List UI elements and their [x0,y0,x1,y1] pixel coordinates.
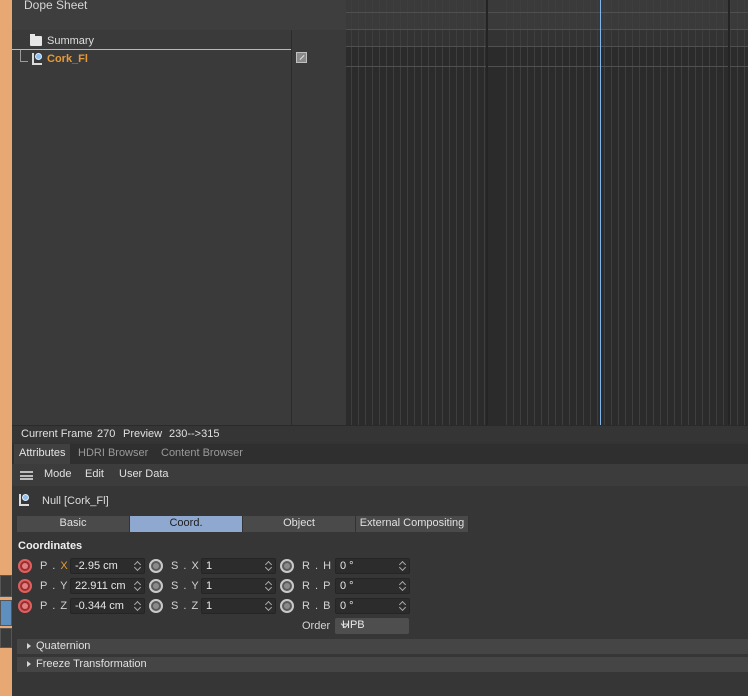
scale-y-value: 1 [206,580,213,592]
expand-triangle-icon [27,661,31,667]
rotation-p-value: 0 ° [340,580,354,592]
stepper-arrows-icon[interactable] [134,559,142,573]
scale-x-label: S . X [171,560,200,572]
order-label: Order [302,620,331,632]
animate-scale-z-icon[interactable] [149,599,163,613]
left-edge-stepper[interactable] [0,575,12,597]
menu-user-data[interactable]: User Data [119,468,169,480]
animate-position-z-icon[interactable] [18,599,32,613]
current-frame-indicator[interactable] [600,0,601,425]
left-edge-button[interactable] [0,600,12,626]
stepper-arrows-icon[interactable] [265,579,273,593]
summary-label: Summary [47,35,95,47]
position-z-label: P . Z [40,600,69,612]
scale-z-value: 1 [206,600,213,612]
tab-coord[interactable]: Coord. [130,516,243,532]
property-tabs: Basic Coord. Object External Compositing [17,516,469,532]
animate-position-y-icon[interactable] [18,579,32,593]
hamburger-menu-icon[interactable] [20,471,33,480]
animate-position-x-icon[interactable] [18,559,32,573]
scale-z-label: S . Z [171,600,200,612]
preview-range-value: 230-->315 [169,428,220,440]
tab-object[interactable]: Object [243,516,356,532]
group-quaternion-label: Quaternion [36,640,91,652]
scale-x-field[interactable]: 1 [201,558,276,574]
group-freeze-transformation[interactable]: Freeze Transformation [17,657,748,672]
rotation-p-field[interactable]: 0 ° [335,578,410,594]
position-y-field[interactable]: 22.911 cm [70,578,145,594]
tab-external-compositing[interactable]: External Compositing [356,516,469,532]
order-dropdown[interactable]: HPB [335,618,409,634]
current-frame-label: Current Frame [21,428,93,440]
group-quaternion[interactable]: Quaternion [17,639,748,654]
rotation-b-field[interactable]: 0 ° [335,598,410,614]
expand-triangle-icon [27,643,31,649]
stepper-arrows-icon[interactable] [399,599,407,613]
stepper-arrows-icon[interactable] [265,559,273,573]
scale-z-field[interactable]: 1 [201,598,276,614]
left-edge-field[interactable] [0,628,12,648]
edit-checkbox[interactable] [296,52,307,63]
animate-scale-y-icon[interactable] [149,579,163,593]
position-y-value: 22.911 cm [75,580,126,592]
position-x-field[interactable]: -2.95 cm [70,558,145,574]
position-y-label: P . Y [40,580,69,592]
dope-sheet-title: Dope Sheet [24,0,88,12]
attribute-manager: Mode Edit User Data Null [Cork_Fl] Basic… [12,464,748,696]
stepper-arrows-icon[interactable] [134,579,142,593]
rotation-b-label: R . B [302,600,332,612]
dope-sheet-tree: Summary Cork_Fl [12,30,346,425]
position-z-field[interactable]: -0.344 cm [70,598,145,614]
position-x-value: -2.95 cm [75,560,118,572]
timeline-preview-end-marker [728,0,730,425]
object-name-label: Cork_Fl [47,53,88,65]
panel-tabs: Attributes HDRI Browser Content Browser [12,444,748,464]
position-x-label: P . X [40,560,69,572]
null-object-icon [18,493,30,507]
scale-x-value: 1 [206,560,213,572]
rotation-b-value: 0 ° [340,600,354,612]
folder-icon [30,34,42,46]
animate-rotation-b-icon[interactable] [280,599,294,613]
stepper-arrows-icon[interactable] [399,559,407,573]
stepper-arrows-icon[interactable] [265,599,273,613]
stepper-arrows-icon[interactable] [399,579,407,593]
dope-sheet-header: Dope Sheet [12,0,346,30]
tab-basic[interactable]: Basic [17,516,130,532]
object-title: Null [Cork_Fl] [42,495,109,507]
rotation-h-label: R . H [302,560,333,572]
dope-sheet-panel: Dope Sheet Summary Cork_Fl [12,0,748,425]
tab-content-browser[interactable]: Content Browser [156,444,248,464]
dope-sheet-layer-column [292,30,346,425]
rotation-h-field[interactable]: 0 ° [335,558,410,574]
menu-edit[interactable]: Edit [85,468,104,480]
tab-attributes[interactable]: Attributes [14,444,71,464]
rotation-h-value: 0 ° [340,560,354,572]
tab-hdri-browser[interactable]: HDRI Browser [73,444,153,464]
scale-y-label: S . Y [171,580,200,592]
current-frame-value: 270 [97,428,116,440]
dope-sheet-timeline[interactable] [346,0,748,425]
timeline-ruler [346,0,748,30]
null-object-icon [31,52,43,66]
dope-sheet-status-bar: Current Frame 270 Preview 230-->315 [12,425,748,442]
section-title-coordinates: Coordinates [18,540,83,552]
group-freeze-transformation-label: Freeze Transformation [36,658,147,670]
attribute-menubar: Mode Edit User Data [12,464,748,486]
timeline-preview-start-marker [486,0,488,425]
animate-scale-x-icon[interactable] [149,559,163,573]
preview-label: Preview [123,428,163,440]
animate-rotation-p-icon[interactable] [280,579,294,593]
menu-mode[interactable]: Mode [44,468,72,480]
animate-rotation-h-icon[interactable] [280,559,294,573]
scale-y-field[interactable]: 1 [201,578,276,594]
position-z-value: -0.344 cm [75,600,124,612]
rotation-p-label: R . P [302,580,332,592]
timeline-grid [346,0,748,425]
timeline-summary-track [346,30,748,46]
stepper-arrows-icon[interactable] [134,599,142,613]
tree-connector [20,50,28,62]
